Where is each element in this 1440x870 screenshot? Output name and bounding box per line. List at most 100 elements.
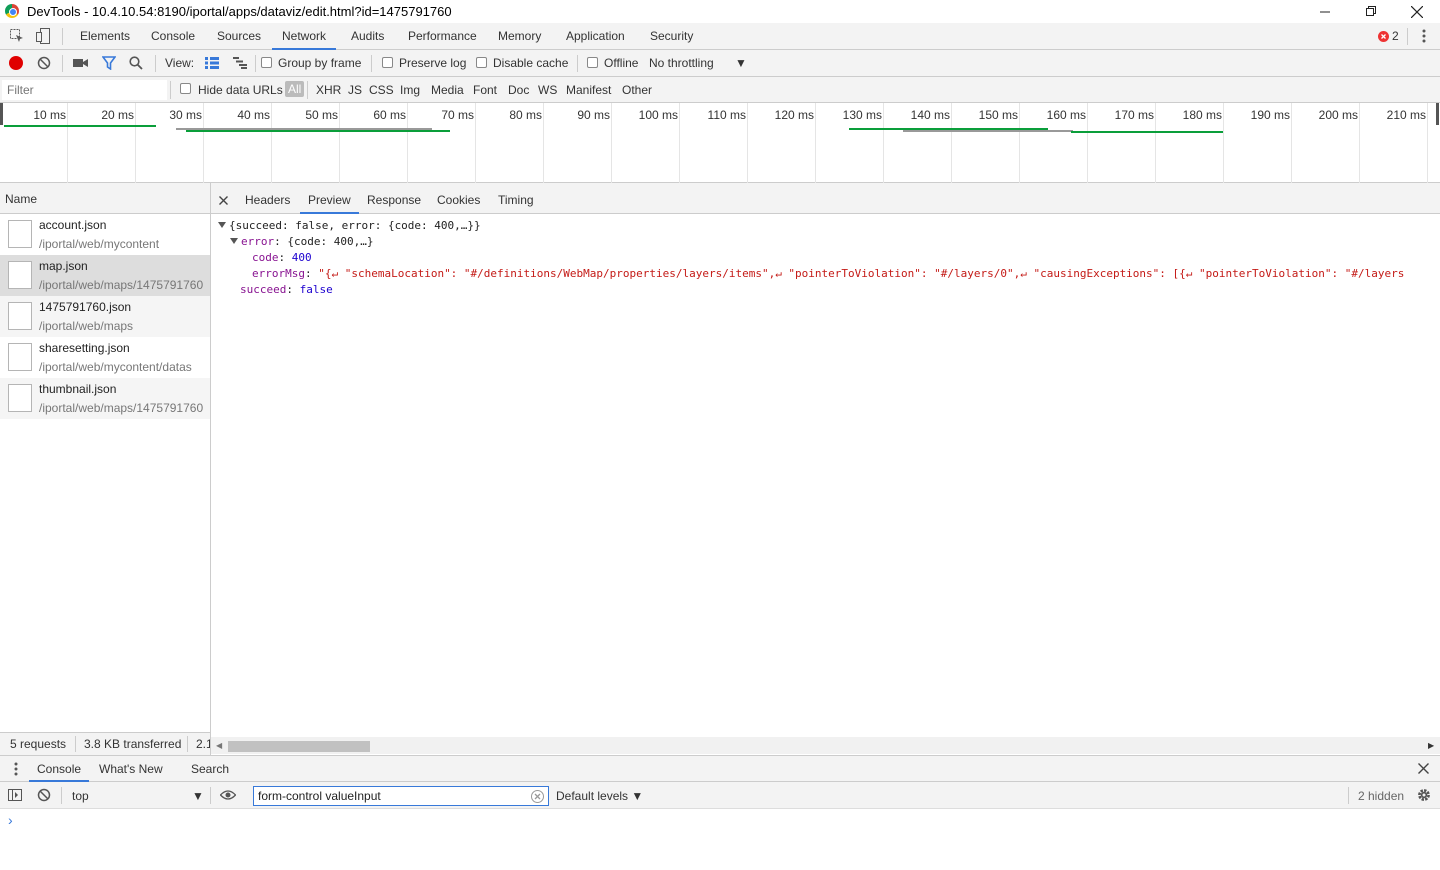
console-prompt[interactable]: › [8,812,13,828]
drawer-tab-console[interactable]: Console [29,756,90,782]
horizontal-scrollbar[interactable]: ◀ ▶ [211,737,1440,754]
timeline-gridline [475,103,476,183]
timeline-overview[interactable]: 10 ms 20 ms 30 ms 40 ms 50 ms 60 ms 70 ms 80 ms… [0,103,1440,183]
device-toolbar-button[interactable] [34,27,52,45]
clear-button[interactable] [35,54,53,72]
close-detail-button[interactable] [219,194,228,208]
minimize-button[interactable] [1302,0,1348,23]
json-key: error [241,235,275,248]
type-filter-js[interactable]: JS [348,83,362,97]
type-filter-doc[interactable]: Doc [508,83,529,97]
waterfall-overview-button[interactable] [231,54,249,72]
inspect-cursor-icon [10,29,23,42]
tab-timing[interactable]: Timing [490,183,542,214]
overview-right-handle[interactable] [1436,103,1439,125]
toolbar-divider [371,55,372,72]
timeline-tick-label: 90 ms [577,108,610,122]
type-filter-ws[interactable]: WS [538,83,557,97]
scrollbar-thumb[interactable] [228,741,370,752]
tab-security[interactable]: Security [640,23,703,50]
type-filter-xhr[interactable]: XHR [316,83,341,97]
throttling-value: No throttling [649,56,714,70]
json-root[interactable]: {succeed: false, error: {code: 400,…}} [218,219,481,232]
drawer-tab-whats-new[interactable]: What's New [91,756,171,782]
close-window-button[interactable] [1394,0,1440,23]
tab-cookies[interactable]: Cookies [429,183,488,214]
json-error-node[interactable]: error: {code: 400,…} [230,235,373,248]
close-drawer-button[interactable] [1418,763,1429,777]
offline-checkbox[interactable] [587,57,598,68]
group-by-frame-label: Group by frame [278,56,362,70]
tab-performance[interactable]: Performance [398,23,487,50]
request-count: 5 requests [10,737,67,751]
scroll-left-icon[interactable]: ◀ [216,741,222,750]
filter-input[interactable] [2,80,167,100]
file-icon [8,384,32,412]
request-path: /iportal/web/maps [39,319,134,333]
tab-sources[interactable]: Sources [207,23,271,50]
tab-response[interactable]: Response [359,183,429,214]
capture-screenshots-button[interactable] [72,54,90,72]
list-view-icon [205,57,219,69]
type-filter-manifest[interactable]: Manifest [566,83,611,97]
tab-headers[interactable]: Headers [237,183,298,214]
tab-console[interactable]: Console [141,23,205,50]
console-filter-input[interactable] [253,786,549,806]
type-filter-media[interactable]: Media [431,83,464,97]
json-key: errorMsg [252,267,305,280]
tab-application[interactable]: Application [556,23,635,50]
name-column-header[interactable]: Name [0,183,210,214]
live-expression-button[interactable] [219,786,237,804]
customize-menu-button[interactable] [1415,27,1433,45]
drawer-tab-search[interactable]: Search [183,756,237,782]
console-settings-button[interactable] [1415,786,1433,804]
request-row[interactable]: sharesetting.json /iportal/web/mycontent… [0,337,210,378]
disable-cache-checkbox[interactable] [476,57,487,68]
type-filter-other[interactable]: Other [622,83,652,97]
tab-memory[interactable]: Memory [488,23,551,50]
timeline-gridline [203,103,204,183]
drawer-menu-button[interactable] [14,762,18,779]
tab-audits[interactable]: Audits [341,23,394,50]
record-button[interactable] [9,56,23,70]
restore-button[interactable] [1348,0,1394,23]
filter-toggle-button[interactable] [100,54,118,72]
type-filter-img[interactable]: Img [400,83,420,97]
timeline-gridline [135,103,136,183]
request-row-selected[interactable]: map.json /iportal/web/maps/1475791760 [0,255,210,296]
tab-elements[interactable]: Elements [70,23,140,50]
timeline-tick-label: 100 ms [638,108,678,122]
clear-filter-button[interactable] [531,790,544,806]
timeline-gridline [1087,103,1088,183]
scroll-right-icon[interactable]: ▶ [1428,741,1434,750]
timeline-gridline [271,103,272,183]
log-levels-select[interactable]: Default levels ▼ [556,789,643,803]
inspect-element-button[interactable] [8,27,26,45]
preserve-log-checkbox[interactable] [382,57,393,68]
timeline-gridline [1155,103,1156,183]
throttling-select[interactable]: No throttling ▼ [649,56,751,70]
context-select[interactable]: top ▼ [72,789,204,803]
large-request-rows-button[interactable] [203,54,221,72]
overview-left-handle[interactable] [0,103,3,125]
show-sidebar-button[interactable] [6,786,24,804]
group-by-frame-checkbox[interactable] [261,57,272,68]
summary-divider [187,736,188,752]
hide-data-urls-checkbox[interactable] [180,83,191,94]
request-row[interactable]: thumbnail.json /iportal/web/maps/1475791… [0,378,210,419]
toolbar-divider [61,787,62,804]
type-filter-css[interactable]: CSS [369,83,394,97]
error-counter[interactable]: 2 [1378,29,1399,43]
clear-block-icon [37,56,51,70]
request-row[interactable]: 1475791760.json /iportal/web/maps [0,296,210,337]
json-errormsg-line: errorMsg: "{↵ "schemaLocation": "#/defin… [252,267,1404,280]
clear-console-button[interactable] [35,786,53,804]
type-filter-all[interactable]: All [285,81,305,97]
type-filter-font[interactable]: Font [473,83,497,97]
tab-network[interactable]: Network [272,23,337,50]
request-row[interactable]: account.json /iportal/web/mycontent [0,214,210,255]
tab-preview[interactable]: Preview [300,183,359,214]
dropdown-arrow-icon: ▼ [631,789,644,803]
search-button[interactable] [127,54,145,72]
chrome-logo-icon [5,4,19,18]
